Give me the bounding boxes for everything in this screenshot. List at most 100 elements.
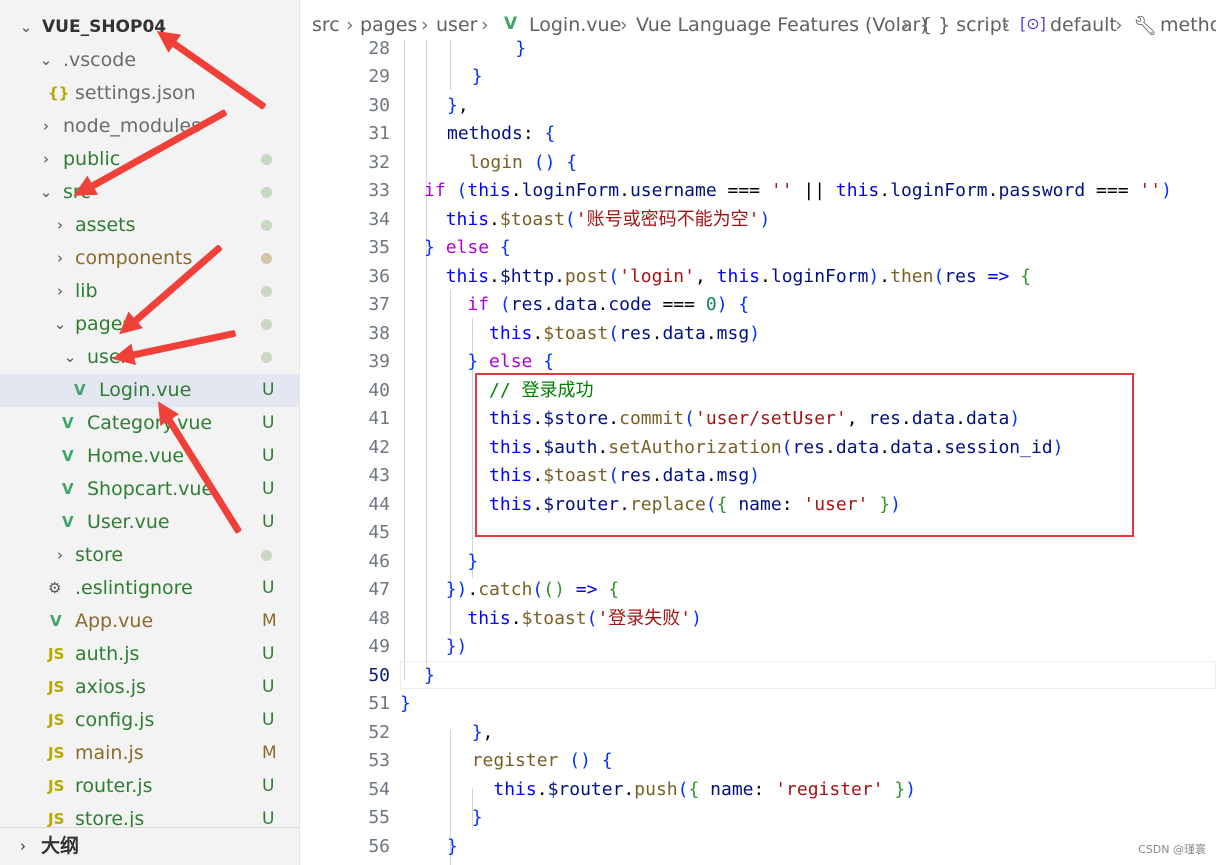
git-badge: U (262, 479, 275, 499)
line-number: 36 (368, 266, 390, 287)
vue-file-icon: V (62, 480, 74, 498)
git-badge: U (262, 710, 275, 730)
tree-file-app-vue[interactable]: V App.vue M (0, 605, 299, 638)
line-number: 46 (368, 551, 390, 572)
tree-folder-src[interactable]: ⌄ src (0, 176, 299, 209)
tree-file-category-vue[interactable]: V Category.vue U (0, 407, 299, 440)
js-file-icon: JS (48, 711, 65, 729)
vue-file-icon: V (62, 447, 74, 465)
code-editor[interactable]: 28 29 30 31 32 33 34 35 36 37 38 39 40 4… (300, 40, 1216, 865)
line-number: 34 (368, 209, 390, 230)
vue-file-icon: V (74, 381, 86, 399)
line-number: 49 (368, 636, 390, 657)
breadcrumb-item-file[interactable]: Login.vue (529, 14, 621, 36)
line-number: 43 (368, 465, 390, 486)
code-line: } (515, 40, 527, 59)
tree-file-user-vue[interactable]: V User.vue U (0, 506, 299, 539)
chevron-right-icon: › (57, 282, 63, 300)
line-number: 52 (368, 722, 390, 743)
chevron-down-icon: ⌄ (19, 18, 33, 36)
breadcrumb-item-pages[interactable]: pages (360, 14, 417, 36)
git-badge: U (262, 644, 275, 664)
code-line: register () { (471, 750, 613, 771)
explorer-sidebar: ⌄ VUE_SHOP04 ⌄ .vscode {} settings.json … (0, 0, 300, 865)
tree-folder-vscode[interactable]: ⌄ .vscode (0, 44, 299, 77)
tree-file-axios-js[interactable]: JS axios.js U (0, 671, 299, 704)
breadcrumb-item-volar[interactable]: Vue Language Features (Volar) (636, 14, 928, 36)
tree-file-router-js[interactable]: JS router.js U (0, 770, 299, 803)
git-status-dot (261, 319, 272, 330)
git-status-dot (261, 187, 272, 198)
vue-file-icon: V (62, 414, 74, 432)
js-file-icon: JS (48, 678, 65, 696)
git-status-dot (261, 286, 272, 297)
code-line: } (447, 836, 458, 857)
code-line: this.$toast('账号或密码不能为空') (445, 209, 771, 230)
tree-folder-user[interactable]: ⌄ user (0, 341, 299, 374)
chevron-right-icon: › (57, 249, 63, 267)
vue-file-icon: V (504, 14, 518, 34)
line-number: 40 (368, 380, 390, 401)
tree-file-auth-js[interactable]: JS auth.js U (0, 638, 299, 671)
line-number: 28 (368, 40, 390, 59)
code-line: if (res.data.code === 0) { (467, 294, 750, 315)
tree-file-main-js[interactable]: JS main.js M (0, 737, 299, 770)
module-icon: [⊙] (1020, 14, 1046, 33)
tree-file-config-js[interactable]: JS config.js U (0, 704, 299, 737)
line-number: 47 (368, 579, 390, 600)
chevron-down-icon: ⌄ (39, 183, 53, 201)
line-number: 30 (368, 95, 390, 116)
breadcrumb-item-default[interactable]: default (1050, 14, 1117, 36)
chevron-right-icon: › (1002, 14, 1010, 36)
tree-file-login-vue[interactable]: V Login.vue U (0, 374, 299, 407)
git-status-dot (261, 154, 272, 165)
tree-file-shopcart-vue[interactable]: V Shopcart.vue U (0, 473, 299, 506)
line-number: 51 (368, 693, 390, 714)
line-number: 55 (368, 807, 390, 828)
indent-guide (404, 40, 405, 680)
chevron-right-icon: › (20, 837, 26, 855)
breadcrumb-item-methods[interactable]: metho (1160, 14, 1216, 36)
tree-folder-assets[interactable]: › assets (0, 209, 299, 242)
code-line: } else { (424, 237, 511, 258)
git-status-dot (261, 253, 272, 264)
line-number: 44 (368, 494, 390, 515)
code-line-active: } (424, 665, 435, 686)
line-number: 29 (368, 66, 390, 87)
git-badge: M (262, 611, 277, 631)
line-number: 37 (368, 294, 390, 315)
chevron-right-icon: › (57, 216, 63, 234)
tree-folder-components[interactable]: › components (0, 242, 299, 275)
tree-file-settings-json[interactable]: {} settings.json (0, 77, 299, 110)
git-badge: U (262, 512, 275, 532)
watermark: CSDN @瑾寰 (1138, 843, 1206, 856)
tree-folder-store[interactable]: › store (0, 539, 299, 572)
explorer-root-vue-shop04[interactable]: ⌄ VUE_SHOP04 (0, 11, 299, 44)
tree-folder-node-modules[interactable]: › node_modules (0, 110, 299, 143)
code-line: this.$router.push({ name: 'register' }) (493, 779, 917, 800)
tree-folder-public[interactable]: › public (0, 143, 299, 176)
tree-file-home-vue[interactable]: V Home.vue U (0, 440, 299, 473)
settings-gear-icon: ⚙ (48, 579, 62, 597)
chevron-right-icon: › (43, 150, 49, 168)
line-number: 35 (368, 237, 390, 258)
breadcrumb-item-script[interactable]: { } script (920, 14, 1009, 36)
js-file-icon: JS (48, 777, 65, 795)
git-badge: U (262, 446, 275, 466)
chevron-right-icon: › (346, 14, 354, 36)
breadcrumb-item-src[interactable]: src (312, 14, 340, 36)
outline-section-header[interactable]: › 大纲 (0, 827, 299, 865)
breadcrumb-item-user[interactable]: user (436, 14, 477, 36)
git-badge: U (262, 776, 275, 796)
tree-file-eslintignore[interactable]: ⚙ .eslintignore U (0, 572, 299, 605)
line-number: 32 (368, 152, 390, 173)
line-number-active: 50 (368, 665, 390, 686)
chevron-down-icon: ⌄ (53, 315, 67, 333)
git-badge: U (262, 413, 275, 433)
git-badge: M (262, 743, 277, 763)
line-number: 56 (368, 836, 390, 857)
code-line: this.$http.post('login', this.loginForm)… (445, 266, 1032, 287)
chevron-right-icon: › (481, 14, 489, 36)
line-number: 53 (368, 750, 390, 771)
git-status-dot (261, 550, 272, 561)
